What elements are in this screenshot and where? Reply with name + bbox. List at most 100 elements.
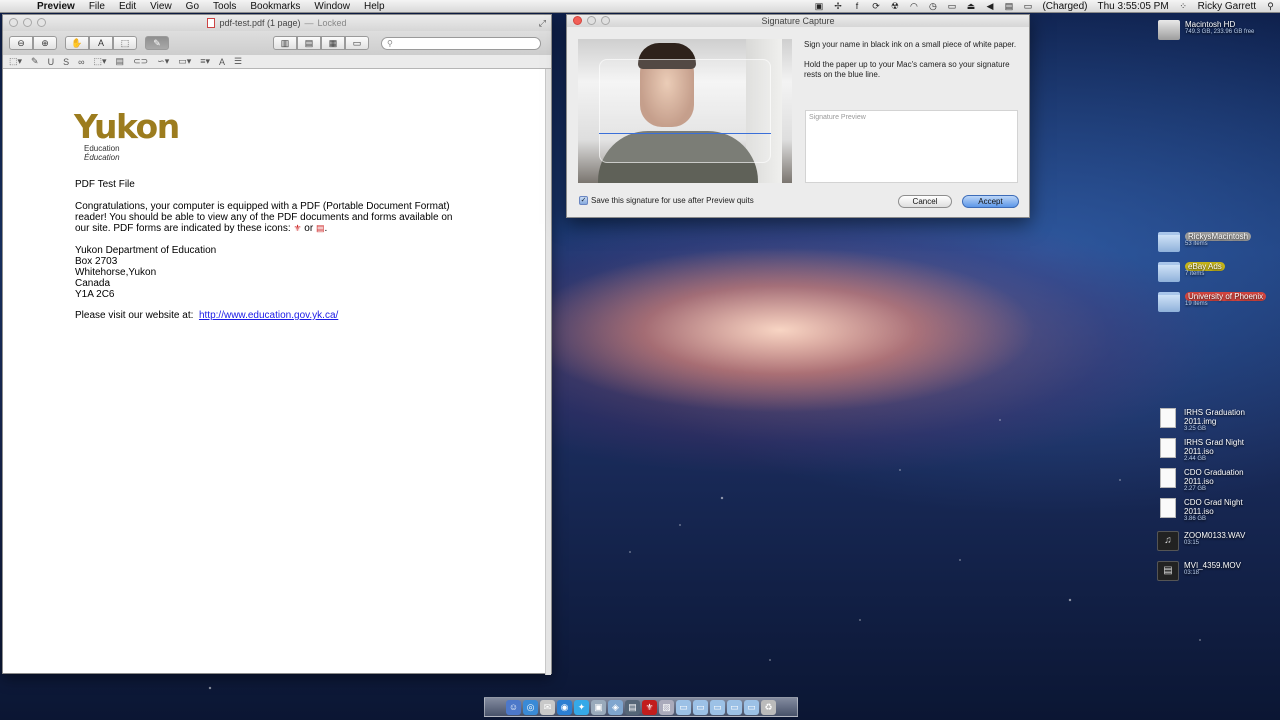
desktop-file-irhs-grad-night[interactable]: IRHS Grad Night 2011.iso 2.44 GB: [1157, 438, 1257, 463]
menu-file[interactable]: File: [82, 0, 112, 13]
thumbnail-view-icon[interactable]: ▤: [297, 36, 321, 50]
zoom-in-icon[interactable]: ⊕: [33, 36, 57, 50]
move-hand-icon[interactable]: ✋: [65, 36, 89, 50]
desktop-folder-university-of-phoenix[interactable]: University of Phoenix 19 items: [1158, 292, 1267, 312]
clock[interactable]: Thu 3:55:05 PM: [1093, 1, 1174, 12]
minimize-button[interactable]: [587, 16, 596, 25]
menu-window[interactable]: Window: [307, 0, 357, 13]
dock-trash-icon[interactable]: ♻: [761, 699, 776, 715]
signature-window-title: Signature Capture: [761, 16, 835, 26]
desktop-disk-macintosh-hd[interactable]: Macintosh HD 749.3 GB, 233.96 GB free: [1158, 20, 1254, 40]
dock-folder-2-icon[interactable]: ▭: [693, 699, 708, 715]
sync-status-icon[interactable]: ⟳: [866, 1, 885, 12]
dock-folder-3-icon[interactable]: ▭: [710, 699, 725, 715]
desktop-file-mvi-4359-mov[interactable]: ▤ MVI_4359.MOV 03:18: [1157, 561, 1241, 581]
website-link[interactable]: http://www.education.gov.yk.ca/: [199, 310, 338, 321]
minimize-button[interactable]: [23, 18, 32, 27]
dock-terminal-icon[interactable]: ▤: [625, 699, 640, 715]
tools-status-icon[interactable]: ✢: [828, 1, 847, 12]
text-select-icon[interactable]: A: [89, 36, 113, 50]
signature-titlebar[interactable]: Signature Capture: [567, 15, 1029, 27]
facebook-status-icon[interactable]: f: [847, 1, 866, 11]
menu-go[interactable]: Go: [179, 0, 206, 13]
zoom-button[interactable]: [37, 18, 46, 27]
dock-utility-icon[interactable]: ◈: [608, 699, 623, 715]
locked-status[interactable]: Locked: [318, 18, 347, 28]
close-button[interactable]: [9, 18, 18, 27]
dock-twitter-icon[interactable]: ✦: [574, 699, 589, 715]
us-flag-icon[interactable]: ▤: [999, 1, 1018, 12]
spotlight-search-icon[interactable]: ⚲: [1261, 1, 1280, 12]
menu-tools[interactable]: Tools: [206, 0, 243, 13]
save-signature-row[interactable]: ✓ Save this signature for use after Prev…: [579, 196, 754, 205]
annotate-pencil-icon[interactable]: ✎: [145, 36, 169, 50]
desktop-folder-ebay-ads[interactable]: eBay Ads 7 items: [1158, 262, 1225, 282]
search-input[interactable]: [392, 38, 533, 48]
display-icon[interactable]: ▭: [942, 1, 961, 12]
battery-icon[interactable]: ▭: [1018, 1, 1037, 12]
dock-safari-icon[interactable]: ◎: [523, 699, 538, 715]
font-icon[interactable]: A: [219, 57, 225, 67]
rect-select-icon[interactable]: ⬚: [113, 36, 137, 50]
radioactive-status-icon[interactable]: ☢: [885, 1, 904, 12]
time-machine-icon[interactable]: ◷: [923, 1, 942, 12]
menu-view[interactable]: View: [143, 0, 179, 13]
dock-mail-icon[interactable]: ✉: [540, 699, 555, 715]
cancel-button[interactable]: Cancel: [898, 195, 952, 208]
accept-button[interactable]: Accept: [962, 195, 1019, 208]
pdf-para-line1: Congratulations, your computer is equipp…: [75, 201, 450, 212]
strikethrough-icon[interactable]: S: [63, 57, 69, 67]
signature-icon[interactable]: ∽▾: [157, 56, 169, 67]
save-signature-checkbox[interactable]: ✓: [579, 196, 588, 205]
fast-user-switch-icon[interactable]: ⁘: [1174, 1, 1193, 12]
content-only-icon[interactable]: ▭: [345, 36, 369, 50]
zoom-out-icon[interactable]: ⊖: [9, 36, 33, 50]
save-signature-label[interactable]: Save this signature for use after Previe…: [591, 196, 754, 205]
line-style-icon[interactable]: ≡▾: [200, 56, 210, 67]
desktop-file-cdo-grad-night[interactable]: CDO Grad Night 2011.iso 3.86 GB: [1157, 498, 1257, 523]
user-name[interactable]: Ricky Garrett: [1193, 1, 1261, 12]
menu-app-preview[interactable]: Preview: [30, 0, 82, 13]
zoom-button[interactable]: [601, 16, 610, 25]
close-button[interactable]: [573, 16, 582, 25]
align-icon[interactable]: ☰: [234, 56, 242, 67]
wifi-icon[interactable]: ◠: [904, 1, 923, 12]
search-field[interactable]: ⚲: [381, 36, 541, 50]
desktop-file-irhs-graduation[interactable]: IRHS Graduation 2011.img 3.25 GB: [1157, 408, 1257, 433]
note-icon[interactable]: ▤: [116, 56, 125, 67]
fullscreen-icon[interactable]: ⤢: [539, 18, 546, 29]
dock-finder-icon[interactable]: ☺: [506, 699, 521, 715]
dock-appstore-icon[interactable]: ◉: [557, 699, 572, 715]
annotation-toolbar: ⬚▾ ✎ U S ∞ ⬚▾ ▤ ⊂⊃ ∽▾ ▭▾ ≡▾ A ☰: [3, 55, 551, 69]
color-swatch-icon[interactable]: ▭▾: [178, 56, 191, 67]
shapes-icon[interactable]: ⬚▾: [94, 56, 107, 67]
contact-sheet-icon[interactable]: ▦: [321, 36, 345, 50]
menu-bookmarks[interactable]: Bookmarks: [243, 0, 307, 13]
preview-titlebar[interactable]: pdf-test.pdf (1 page) — Locked ⤢: [3, 15, 551, 31]
dock-preview-icon[interactable]: ▨: [659, 699, 674, 715]
dock-acrobat-icon[interactable]: ⚜: [642, 699, 657, 715]
battery-status[interactable]: (Charged): [1037, 1, 1092, 12]
sidebar-view-icon[interactable]: ▥: [273, 36, 297, 50]
menu-help[interactable]: Help: [357, 0, 392, 13]
dock-photo-icon[interactable]: ▣: [591, 699, 606, 715]
dock-folder-4-icon[interactable]: ▭: [727, 699, 742, 715]
underline-icon[interactable]: U: [48, 57, 55, 67]
desktop-file-cdo-graduation[interactable]: CDO Graduation 2011.iso 2.27 GB: [1157, 468, 1257, 493]
desktop-folder-rickysmacintosh[interactable]: RickysMacintosh 53 items: [1158, 232, 1252, 252]
dock-folder-1-icon[interactable]: ▭: [676, 699, 691, 715]
oval-icon[interactable]: ⊂⊃: [133, 56, 148, 67]
volume-icon[interactable]: ◀: [980, 1, 999, 12]
camera-status-icon[interactable]: ▣: [809, 1, 828, 12]
vertical-scrollbar[interactable]: [545, 69, 551, 675]
eject-icon[interactable]: ⏏: [961, 1, 980, 12]
menu-edit[interactable]: Edit: [112, 0, 143, 13]
signature-blue-line: [599, 133, 771, 134]
select-rect-icon[interactable]: ⬚▾: [9, 56, 22, 67]
link-icon[interactable]: ∞: [78, 57, 84, 67]
desktop-file-zoom0133-wav[interactable]: ♫ ZOOM0133.WAV 03:15: [1157, 531, 1245, 551]
window-controls: [9, 18, 46, 27]
highlight-icon[interactable]: ✎: [31, 56, 39, 67]
pdf-page[interactable]: Yukon Education Éducation PDF Test File …: [9, 70, 547, 673]
dock-folder-5-icon[interactable]: ▭: [744, 699, 759, 715]
